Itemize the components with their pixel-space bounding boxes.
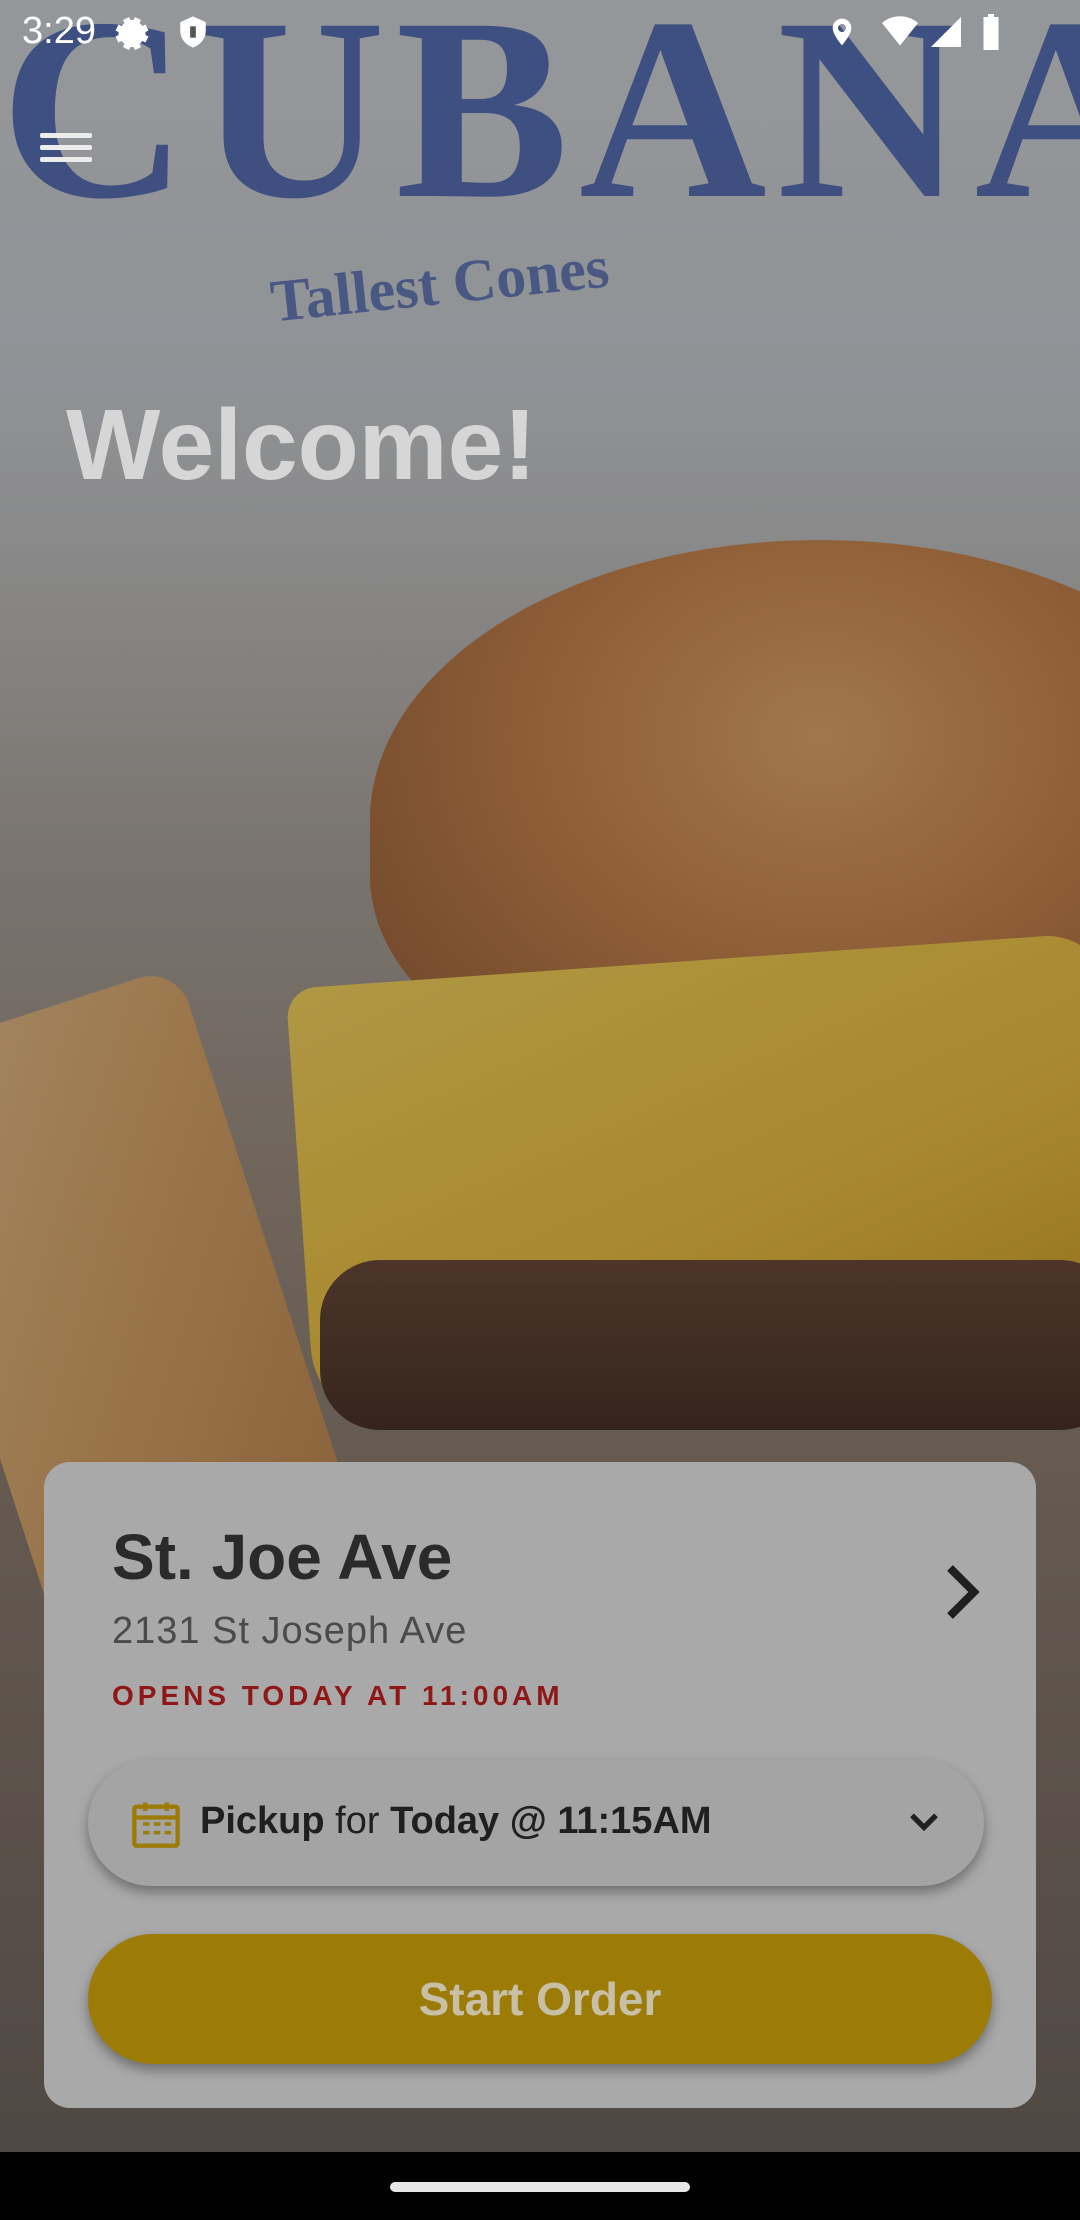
store-hours: OPENS TODAY AT 11:00AM [112, 1680, 564, 1711]
pickup-mode: Pickup [200, 1800, 325, 1842]
calendar-icon [132, 1802, 180, 1848]
battery-icon [983, 14, 999, 50]
home-gesture-handle[interactable] [390, 2182, 690, 2192]
store-card: St. Joe Ave 2131 St Joseph Ave OPENS TOD… [44, 1462, 1036, 2108]
store-name[interactable]: St. Joe Ave [112, 1520, 452, 1594]
start-order-button[interactable]: Start Order [88, 1934, 992, 2064]
pickup-time-selector[interactable]: Pickup for Today @ 11:15AM [88, 1760, 984, 1886]
status-bar: 3:29 [0, 0, 1080, 66]
menu-icon[interactable] [40, 126, 92, 170]
chevron-down-icon[interactable] [908, 1808, 940, 1836]
location-pin-icon [832, 18, 852, 46]
shield-icon [180, 16, 206, 48]
wifi-icon [882, 16, 918, 46]
pickup-label: Pickup for Today @ 11:15AM [200, 1800, 712, 1843]
signal-icon [931, 17, 961, 47]
status-time: 3:29 [22, 10, 96, 52]
gear-icon [115, 17, 149, 50]
welcome-title: Welcome! [66, 389, 537, 501]
pickup-connector: for [335, 1800, 380, 1842]
store-address: 2131 St Joseph Ave [112, 1610, 468, 1652]
chevron-right-icon[interactable] [942, 1562, 982, 1622]
pickup-time: Today @ 11:15AM [390, 1800, 712, 1842]
